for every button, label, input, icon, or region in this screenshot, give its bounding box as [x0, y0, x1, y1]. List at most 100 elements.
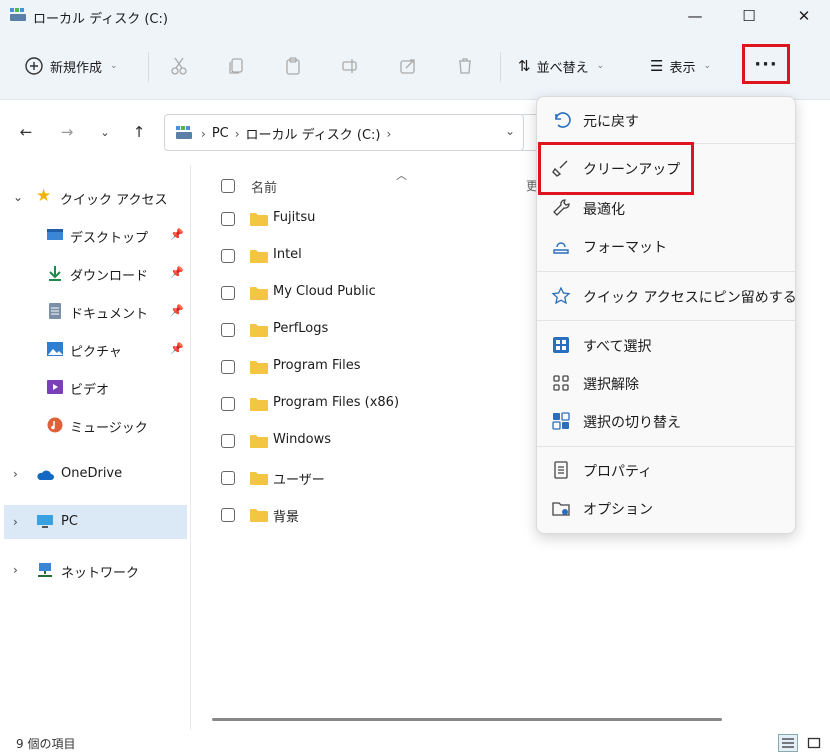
details-view-button[interactable] [778, 734, 798, 752]
folder-icon [250, 472, 268, 485]
see-more-button[interactable]: ··· [742, 44, 790, 84]
row-checkbox[interactable] [221, 249, 235, 263]
close-button[interactable]: ✕ [781, 0, 827, 32]
sidebar-item-label: ドキュメント [70, 307, 149, 322]
row-checkbox[interactable] [221, 508, 235, 522]
item-name: 背景 [273, 510, 300, 525]
menu-item-label: 元に戻す [583, 114, 639, 130]
list-item[interactable]: ユーザー 2( [221, 461, 567, 495]
row-checkbox[interactable] [221, 212, 235, 226]
recent-locations-button[interactable]: ⌄ [93, 121, 117, 143]
row-checkbox[interactable] [221, 397, 235, 411]
list-item[interactable]: My Cloud Public 2( [221, 276, 567, 310]
menu-item-undo[interactable]: 元に戻す [543, 102, 789, 138]
breadcrumb-local-disk[interactable]: ローカル ディスク (C:) [246, 124, 381, 143]
sidebar-item-label: クイック アクセス [60, 193, 168, 208]
row-checkbox[interactable] [221, 471, 235, 485]
new-button[interactable]: 新規作成 ⌄ [24, 54, 118, 78]
maximize-button[interactable]: ☐ [726, 0, 772, 32]
list-item[interactable]: Intel 2( [221, 239, 567, 273]
menu-item-optimize[interactable]: 最適化 [543, 190, 789, 226]
computer-icon [37, 515, 53, 528]
chevron-down-icon: ⌄ [596, 61, 605, 71]
drive-icon [176, 126, 192, 139]
tiles-view-button[interactable] [804, 734, 824, 752]
wrench-icon [553, 199, 570, 216]
sort-label: 並べ替え [536, 60, 589, 76]
menu-item-label: すべて選択 [583, 339, 652, 355]
delete-icon[interactable] [453, 54, 477, 78]
chevron-down-icon: ⌄ [110, 61, 118, 71]
title-bar: ローカル ディスク (C:) — ☐ ✕ [0, 0, 830, 32]
list-item[interactable]: Program Files (x86) 2( [221, 387, 567, 421]
item-name: ユーザー [273, 473, 325, 488]
row-checkbox[interactable] [221, 323, 235, 337]
item-name: PerfLogs [273, 321, 329, 336]
sidebar-item-pc[interactable]: › PC [4, 505, 187, 539]
sidebar-item-documents[interactable]: ドキュメント 📌 [0, 294, 188, 328]
chevron-right-icon: › [13, 467, 18, 481]
select-all-checkbox[interactable] [221, 179, 235, 193]
folder-icon [250, 250, 268, 263]
folder-icon [250, 398, 268, 411]
drive-icon [10, 8, 26, 21]
sidebar-item-downloads[interactable]: ダウンロード 📌 [0, 256, 188, 290]
menu-item-label: 選択の切り替え [583, 415, 681, 431]
sidebar-item-onedrive[interactable]: › OneDrive [0, 457, 188, 491]
sidebar-item-label: OneDrive [61, 466, 123, 481]
paste-icon[interactable] [281, 54, 305, 78]
forward-button[interactable]: → [55, 121, 79, 143]
item-count: 9 個の項目 [16, 737, 76, 751]
format-drive-icon [553, 242, 569, 254]
menu-item-options[interactable]: オプション [543, 490, 789, 526]
view-button[interactable]: ☰ 表示 ⌄ [650, 54, 711, 78]
tiles-view-icon [807, 737, 821, 749]
back-button[interactable]: ← [14, 121, 38, 143]
menu-item-invert-selection[interactable]: 選択の切り替え [543, 403, 789, 439]
list-item[interactable]: Fujitsu 2( [221, 202, 567, 236]
star-icon: ★ [36, 186, 52, 206]
menu-item-select-none[interactable]: 選択解除 [543, 365, 789, 401]
chevron-down-icon: ⌄ [703, 61, 712, 71]
menu-item-properties[interactable]: プロパティ [543, 452, 789, 488]
row-checkbox[interactable] [221, 434, 235, 448]
row-checkbox[interactable] [221, 360, 235, 374]
view-label: 表示 [669, 60, 696, 76]
minimize-button[interactable]: — [672, 0, 718, 32]
address-bar[interactable]: › PC › ローカル ディスク (C:) › ⌄ [164, 114, 524, 151]
menu-item-format[interactable]: フォーマット [543, 228, 789, 264]
copy-icon[interactable] [224, 54, 248, 78]
horizontal-scrollbar[interactable] [212, 718, 722, 721]
sidebar-item-pictures[interactable]: ピクチャ 📌 [0, 332, 188, 366]
address-dropdown-icon[interactable]: ⌄ [505, 124, 515, 138]
folder-icon [250, 361, 268, 374]
cut-icon[interactable] [167, 54, 191, 78]
plus-circle-icon [25, 57, 43, 75]
menu-item-select-all[interactable]: すべて選択 [543, 327, 789, 363]
sidebar-item-quick-access[interactable]: ⌄ ★ クイック アクセス [0, 180, 188, 214]
sidebar-item-network[interactable]: › ネットワーク [0, 553, 188, 587]
sidebar-item-videos[interactable]: ビデオ [0, 370, 188, 404]
menu-item-label: 選択解除 [583, 377, 639, 393]
sidebar-item-music[interactable]: ミュージック [0, 408, 188, 442]
list-item[interactable]: Program Files 2( [221, 350, 567, 384]
list-item[interactable]: Windows 2( [221, 424, 567, 458]
row-checkbox[interactable] [221, 286, 235, 300]
sort-button[interactable]: ⇅ 並べ替え ⌄ [518, 54, 604, 78]
sidebar-item-desktop[interactable]: デスクトップ 📌 [0, 218, 188, 252]
list-item[interactable]: 背景 2( [221, 498, 567, 532]
chevron-right-icon: › [13, 563, 18, 577]
sidebar-item-label: ダウンロード [70, 269, 149, 284]
breadcrumb-chevron-icon: › [386, 126, 392, 141]
desktop-icon [47, 229, 63, 240]
breadcrumb-pc[interactable]: PC [212, 126, 229, 141]
up-button[interactable]: ↑ [127, 121, 151, 143]
rename-icon[interactable] [338, 54, 362, 78]
music-icon [47, 417, 63, 433]
menu-item-pin-quick-access[interactable]: クイック アクセスにピン留めする [543, 278, 797, 314]
sidebar-item-label: ピクチャ [70, 345, 122, 360]
highlight-box [538, 142, 694, 195]
list-item[interactable]: PerfLogs 2( [221, 313, 567, 347]
column-header-name[interactable]: 名前 ︿ [221, 169, 541, 200]
share-icon[interactable] [396, 54, 420, 78]
